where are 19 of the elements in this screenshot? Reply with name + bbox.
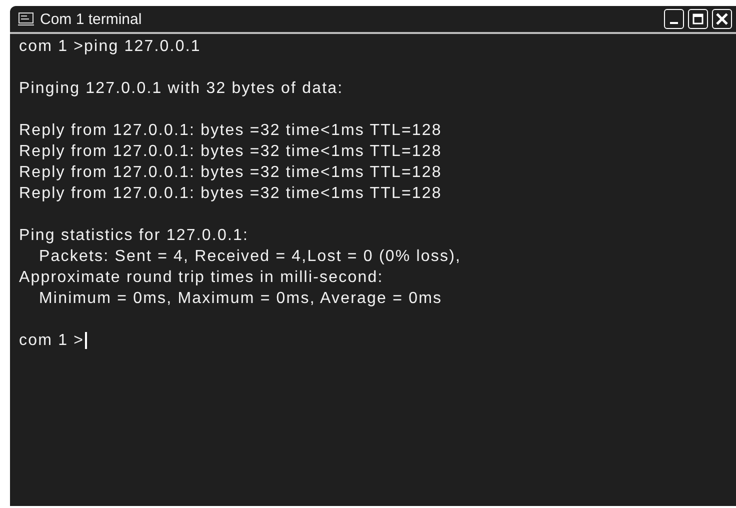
maximize-button[interactable]	[688, 9, 708, 29]
output-line: Packets: Sent = 4, Received = 4,Lost = 0 (0% loss),	[38, 247, 462, 267]
terminal-icon	[18, 11, 34, 27]
maximize-icon	[692, 13, 704, 25]
output-line: Pinging 127.0.0.1 with 32 bytes of data:	[19, 79, 344, 99]
output-line: Approximate round trip times in milli-second:	[19, 268, 384, 288]
minimize-icon	[670, 22, 678, 24]
output-line: com 1 >ping 127.0.0.1	[19, 37, 202, 57]
close-icon	[716, 13, 728, 25]
output-line: Minimum = 0ms, Maximum = 0ms, Average = 0ms	[38, 289, 444, 309]
window-title: Com 1 terminal	[40, 10, 143, 28]
output-line: Reply from 127.0.0.1: bytes =32 time<1ms TTL=128	[19, 184, 443, 204]
output-line: Reply from 127.0.0.1: bytes =32 time<1ms TTL=128	[19, 163, 443, 183]
output-line: Reply from 127.0.0.1: bytes =32 time<1ms TTL=128	[19, 142, 443, 162]
minimize-button[interactable]	[664, 9, 684, 29]
close-button[interactable]	[712, 9, 732, 29]
command-prompt: com 1 >	[19, 331, 84, 351]
output-line: Reply from 127.0.0.1: bytes =32 time<1ms TTL=128	[19, 121, 443, 141]
output-line: Ping statistics for 127.0.0.1:	[19, 226, 250, 246]
